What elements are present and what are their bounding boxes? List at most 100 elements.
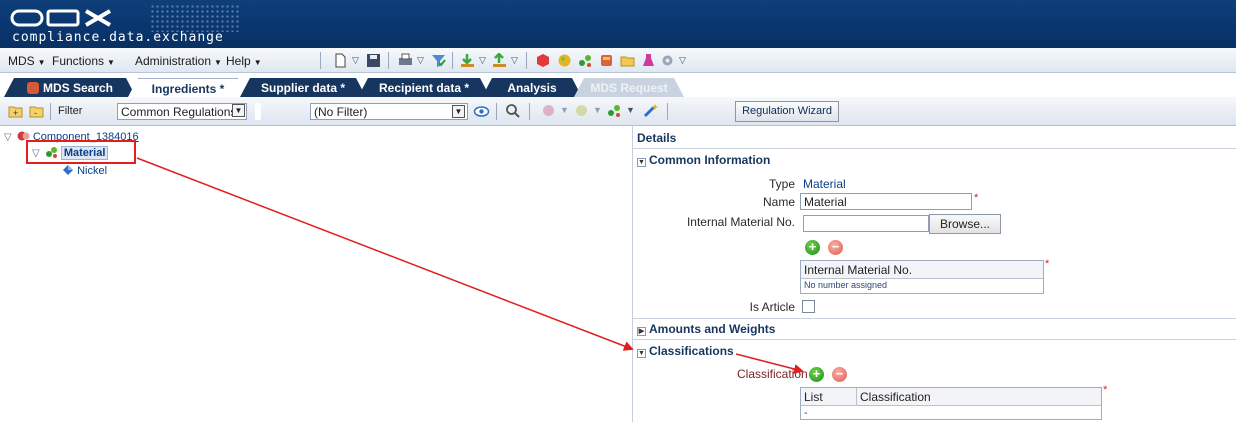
eye-icon[interactable] [473,103,490,120]
chevron-down-icon: ▼ [637,158,646,167]
remove-classification-icon[interactable]: − [832,367,847,382]
chevron-down-icon: ▼ [214,58,222,67]
dropdown-arrow-icon[interactable]: ▽ [352,55,359,66]
table-cell[interactable]: No number assigned [801,279,890,291]
dropdown-arrow-icon[interactable]: ▽ [417,55,424,66]
tab-bar: MDS Search Ingredients * Supplier data *… [0,73,1236,97]
expand-all-icon[interactable]: + [8,104,23,119]
banner-tagline: compliance.data.exchange [12,30,224,45]
tab-analysis[interactable]: Analysis [482,78,582,97]
internal-material-no-field[interactable] [803,215,929,232]
is-article-checkbox[interactable] [802,300,815,313]
new-document-icon[interactable] [333,53,348,68]
is-article-label: Is Article [749,300,795,314]
semicomponent-filter-icon [576,105,587,116]
menu-administration[interactable]: Administration ▼ [135,54,222,68]
green-molecule-icon[interactable] [578,53,593,68]
component-stack-icon[interactable] [599,53,614,68]
chevron-down-icon: ▼ [232,104,245,117]
material-filter-icon[interactable] [607,103,622,118]
column-header-classification[interactable]: Classification [856,388,1101,406]
chevron-right-icon: ▶ [637,327,646,336]
table-cell[interactable]: - [801,406,811,420]
menu-mds[interactable]: MDS ▼ [8,54,46,68]
spacer [255,103,261,120]
dropdown-arrow-icon[interactable]: ▽ [679,55,686,66]
annotation-highlight-box [26,140,136,164]
cdx-logo [10,9,112,27]
add-icon[interactable]: + [805,240,820,255]
gear-icon[interactable] [660,53,675,68]
chevron-down-icon: ▼ [452,105,465,118]
required-marker: * [1103,384,1108,396]
tab-ingredients[interactable]: Ingredients * [128,78,248,97]
dropdown-arrow-icon: ▼ [560,105,569,115]
red-cube-icon[interactable] [536,53,551,68]
svg-text:+: + [13,108,18,118]
chevron-down-icon: ▼ [37,58,46,67]
dropdown-arrow-icon[interactable]: ▽ [511,55,518,66]
menu-functions[interactable]: Functions ▼ [52,54,115,68]
divider [633,339,1236,340]
tab-supplier-data[interactable]: Supplier data * [240,78,366,97]
substance-icon [63,165,73,175]
classifications-header[interactable]: ▼ Classifications [637,344,734,358]
chevron-down-icon: ▼ [253,58,262,67]
chevron-down-icon: ▼ [637,349,646,358]
collapse-all-icon[interactable]: - [29,104,44,119]
toolbar-separator [50,103,51,120]
browse-button[interactable]: Browse... [929,214,1001,234]
internal-material-no-label: Internal Material No. [686,215,795,229]
upload-icon[interactable] [492,53,507,68]
save-icon[interactable] [366,53,381,68]
toolbar-separator [496,103,497,120]
required-marker: * [1045,258,1050,270]
column-header-list[interactable]: List [801,388,861,406]
common-information-header[interactable]: ▼ Common Information [637,153,770,167]
divider [633,318,1236,319]
details-panel: Details ▼ Common Information Type Materia… [633,126,1236,422]
tab-mds-request: MDS Request [574,78,684,97]
required-marker: * [974,192,979,204]
tab-mds-search[interactable]: MDS Search [4,78,136,97]
flask-icon[interactable] [641,53,656,68]
menu-help[interactable]: Help ▼ [226,54,262,68]
dropdown-arrow-icon[interactable]: ▼ [626,105,635,115]
funnel-check-icon[interactable] [431,53,446,68]
toolbar-separator [388,52,389,69]
filter-label: Filter [58,105,83,117]
table-column-header[interactable]: Internal Material No. [801,261,1043,279]
toolbar-separator [667,103,668,120]
substance-wand-icon[interactable] [642,102,659,119]
tree-node-nickel[interactable]: Nickel [62,164,107,177]
name-field[interactable]: Material [800,193,972,210]
yellow-ball-icon[interactable] [557,53,572,68]
download-icon[interactable] [460,53,475,68]
svg-text:-: - [34,108,37,118]
type-value: Material [803,177,846,191]
details-title: Details [637,131,677,145]
toolbar-separator [452,52,453,69]
chevron-down-icon: ▼ [107,58,115,67]
filter-value-select[interactable]: (No Filter) ▼ [310,103,468,120]
menu-bar: MDS ▼ Functions ▼ Administration ▼ Help ▼ ▽ … [0,48,1236,73]
type-label: Type [768,177,795,191]
classification-label: Classification [737,367,808,381]
dropdown-arrow-icon[interactable]: ▽ [479,55,486,66]
logo-dot-pattern [150,4,240,32]
filter-toolbar: + - Filter Common Regulations ▼ (No Filt… [0,97,1236,126]
collapse-triangle-icon[interactable]: ▽ [4,132,12,143]
component-icon [27,82,39,94]
folder-icon[interactable] [620,53,635,68]
amounts-and-weights-header[interactable]: ▶ Amounts and Weights [637,322,775,336]
classification-table: List Classification - [800,387,1102,420]
remove-icon[interactable]: − [828,240,843,255]
search-icon[interactable] [505,103,521,119]
toolbar-separator [529,103,530,120]
name-label: Name [762,195,795,209]
print-icon[interactable] [398,53,413,68]
regulation-wizard-button[interactable]: Regulation Wizard [735,101,839,122]
filter-category-dropdown[interactable]: ▼ [227,103,247,120]
tab-recipient-data[interactable]: Recipient data * [358,78,490,97]
add-classification-icon[interactable]: + [809,367,824,382]
